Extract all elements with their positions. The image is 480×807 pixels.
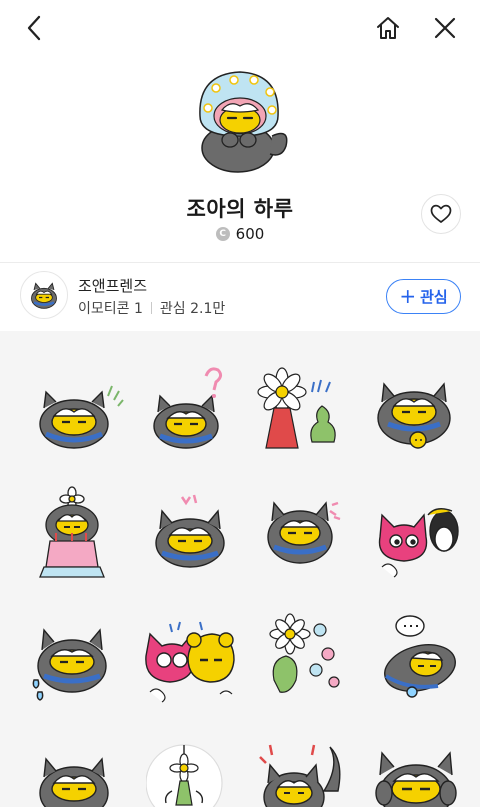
product-title: 조아의 하루: [186, 197, 294, 221]
sticker-cat-hands-up[interactable]: [366, 731, 466, 807]
sticker-cat-question[interactable]: [140, 362, 240, 462]
sticker-grid: [0, 331, 480, 807]
product-thumbnail: [186, 66, 298, 176]
follow-button-label: 관심: [420, 288, 448, 306]
product-price: C 600: [0, 225, 480, 243]
creator-avatar[interactable]: [20, 271, 68, 319]
sticker-cat-fidget[interactable]: [24, 362, 124, 462]
sticker-pink-and-yellow-friends[interactable]: [140, 610, 240, 710]
follower-count: 관심 2.1만: [159, 301, 226, 317]
sticker-pink-cat-and-penguin[interactable]: [368, 485, 468, 585]
product-header: 조아의 하루 C 600: [0, 56, 480, 260]
creator-row: 조앤프렌즈 이모티콘 1 관심 2.1만 + 관심: [0, 263, 480, 331]
favorite-button[interactable]: [421, 194, 461, 234]
sticker-daisy-flowers[interactable]: [250, 610, 350, 710]
price-value: 600: [235, 225, 265, 243]
plus-icon: +: [399, 283, 417, 308]
sticker-cat-with-chick[interactable]: [364, 362, 464, 462]
sticker-daisy-hanging[interactable]: [146, 731, 246, 807]
close-button[interactable]: [427, 10, 463, 46]
home-button[interactable]: [370, 10, 406, 46]
close-icon: [434, 17, 456, 39]
sticker-cat-angry[interactable]: [252, 485, 352, 585]
sticker-cat-blush[interactable]: [24, 731, 124, 807]
emoticon-count: 이모티콘 1: [78, 301, 143, 317]
home-icon: [377, 17, 399, 39]
sticker-cat-sad-tears[interactable]: [24, 610, 124, 710]
sticker-cat-lying-down[interactable]: [368, 610, 468, 710]
heart-outline-icon: [430, 204, 452, 223]
creator-stats: 이모티콘 1 관심 2.1만: [78, 298, 225, 318]
stats-separator: [150, 302, 152, 314]
creator-name[interactable]: 조앤프렌즈: [78, 275, 147, 296]
top-navigation-bar: [0, 0, 480, 56]
chevron-left-icon: [27, 15, 41, 41]
sticker-cat-annoyed[interactable]: [140, 485, 240, 585]
sticker-cat-birthday-cake[interactable]: [24, 485, 124, 585]
sticker-daisy-and-sprout[interactable]: [248, 362, 348, 462]
back-button[interactable]: [17, 10, 53, 46]
sticker-cat-startled[interactable]: [252, 731, 352, 807]
coin-icon: C: [215, 227, 230, 241]
follow-button[interactable]: + 관심: [386, 279, 461, 314]
